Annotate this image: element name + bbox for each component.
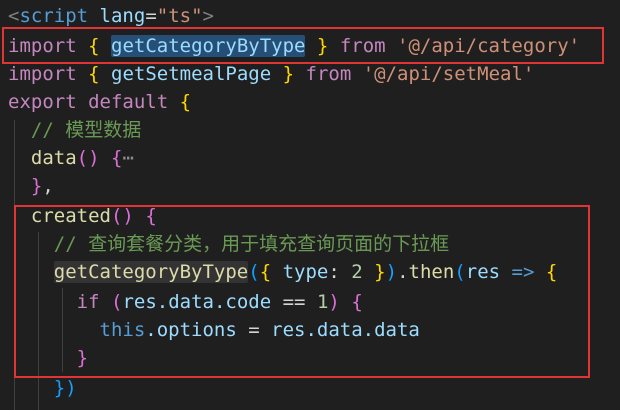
code-line-3: import { getSetmealPage } from '@/api/se… — [8, 60, 534, 88]
from-keyword: from — [305, 63, 352, 85]
close-brace-paren: }) — [53, 377, 77, 399]
attr-eq: = — [145, 5, 157, 27]
close-brace: } — [282, 63, 295, 85]
created-highlight-box — [14, 205, 590, 378]
import-path: '@/api/setMeal' — [362, 63, 535, 85]
method-name: data — [30, 147, 77, 169]
attr-name: lang — [99, 5, 146, 27]
code-line-1: <script lang="ts"> — [8, 2, 214, 30]
parens: () — [76, 147, 100, 169]
comment: // 模型数据 — [30, 119, 142, 141]
code-line-14: }) — [8, 374, 77, 402]
open-brace: { — [179, 91, 192, 113]
code-line-6: data() {⋯ — [8, 144, 134, 172]
comma: , — [42, 175, 54, 197]
tag-close: > — [202, 5, 214, 27]
export-keyword: export — [8, 91, 77, 113]
import-name: getSetmealPage — [111, 63, 272, 85]
tag-name: script — [19, 5, 89, 27]
default-keyword: default — [88, 91, 169, 113]
import-highlight-box — [2, 27, 604, 64]
open-brace: { — [111, 147, 123, 169]
code-line-4: export default { — [8, 88, 191, 116]
folded-region-icon[interactable]: ⋯ — [122, 147, 133, 169]
code-editor[interactable]: <script lang="ts"> import { getCategoryB… — [0, 0, 620, 410]
import-keyword: import — [8, 63, 77, 85]
attr-value: "ts" — [156, 5, 203, 27]
open-brace: { — [88, 63, 100, 85]
close-brace: } — [30, 175, 43, 197]
tag-open: < — [8, 5, 20, 27]
code-line-5: // 模型数据 — [8, 116, 141, 144]
code-line-7: }, — [8, 172, 54, 200]
